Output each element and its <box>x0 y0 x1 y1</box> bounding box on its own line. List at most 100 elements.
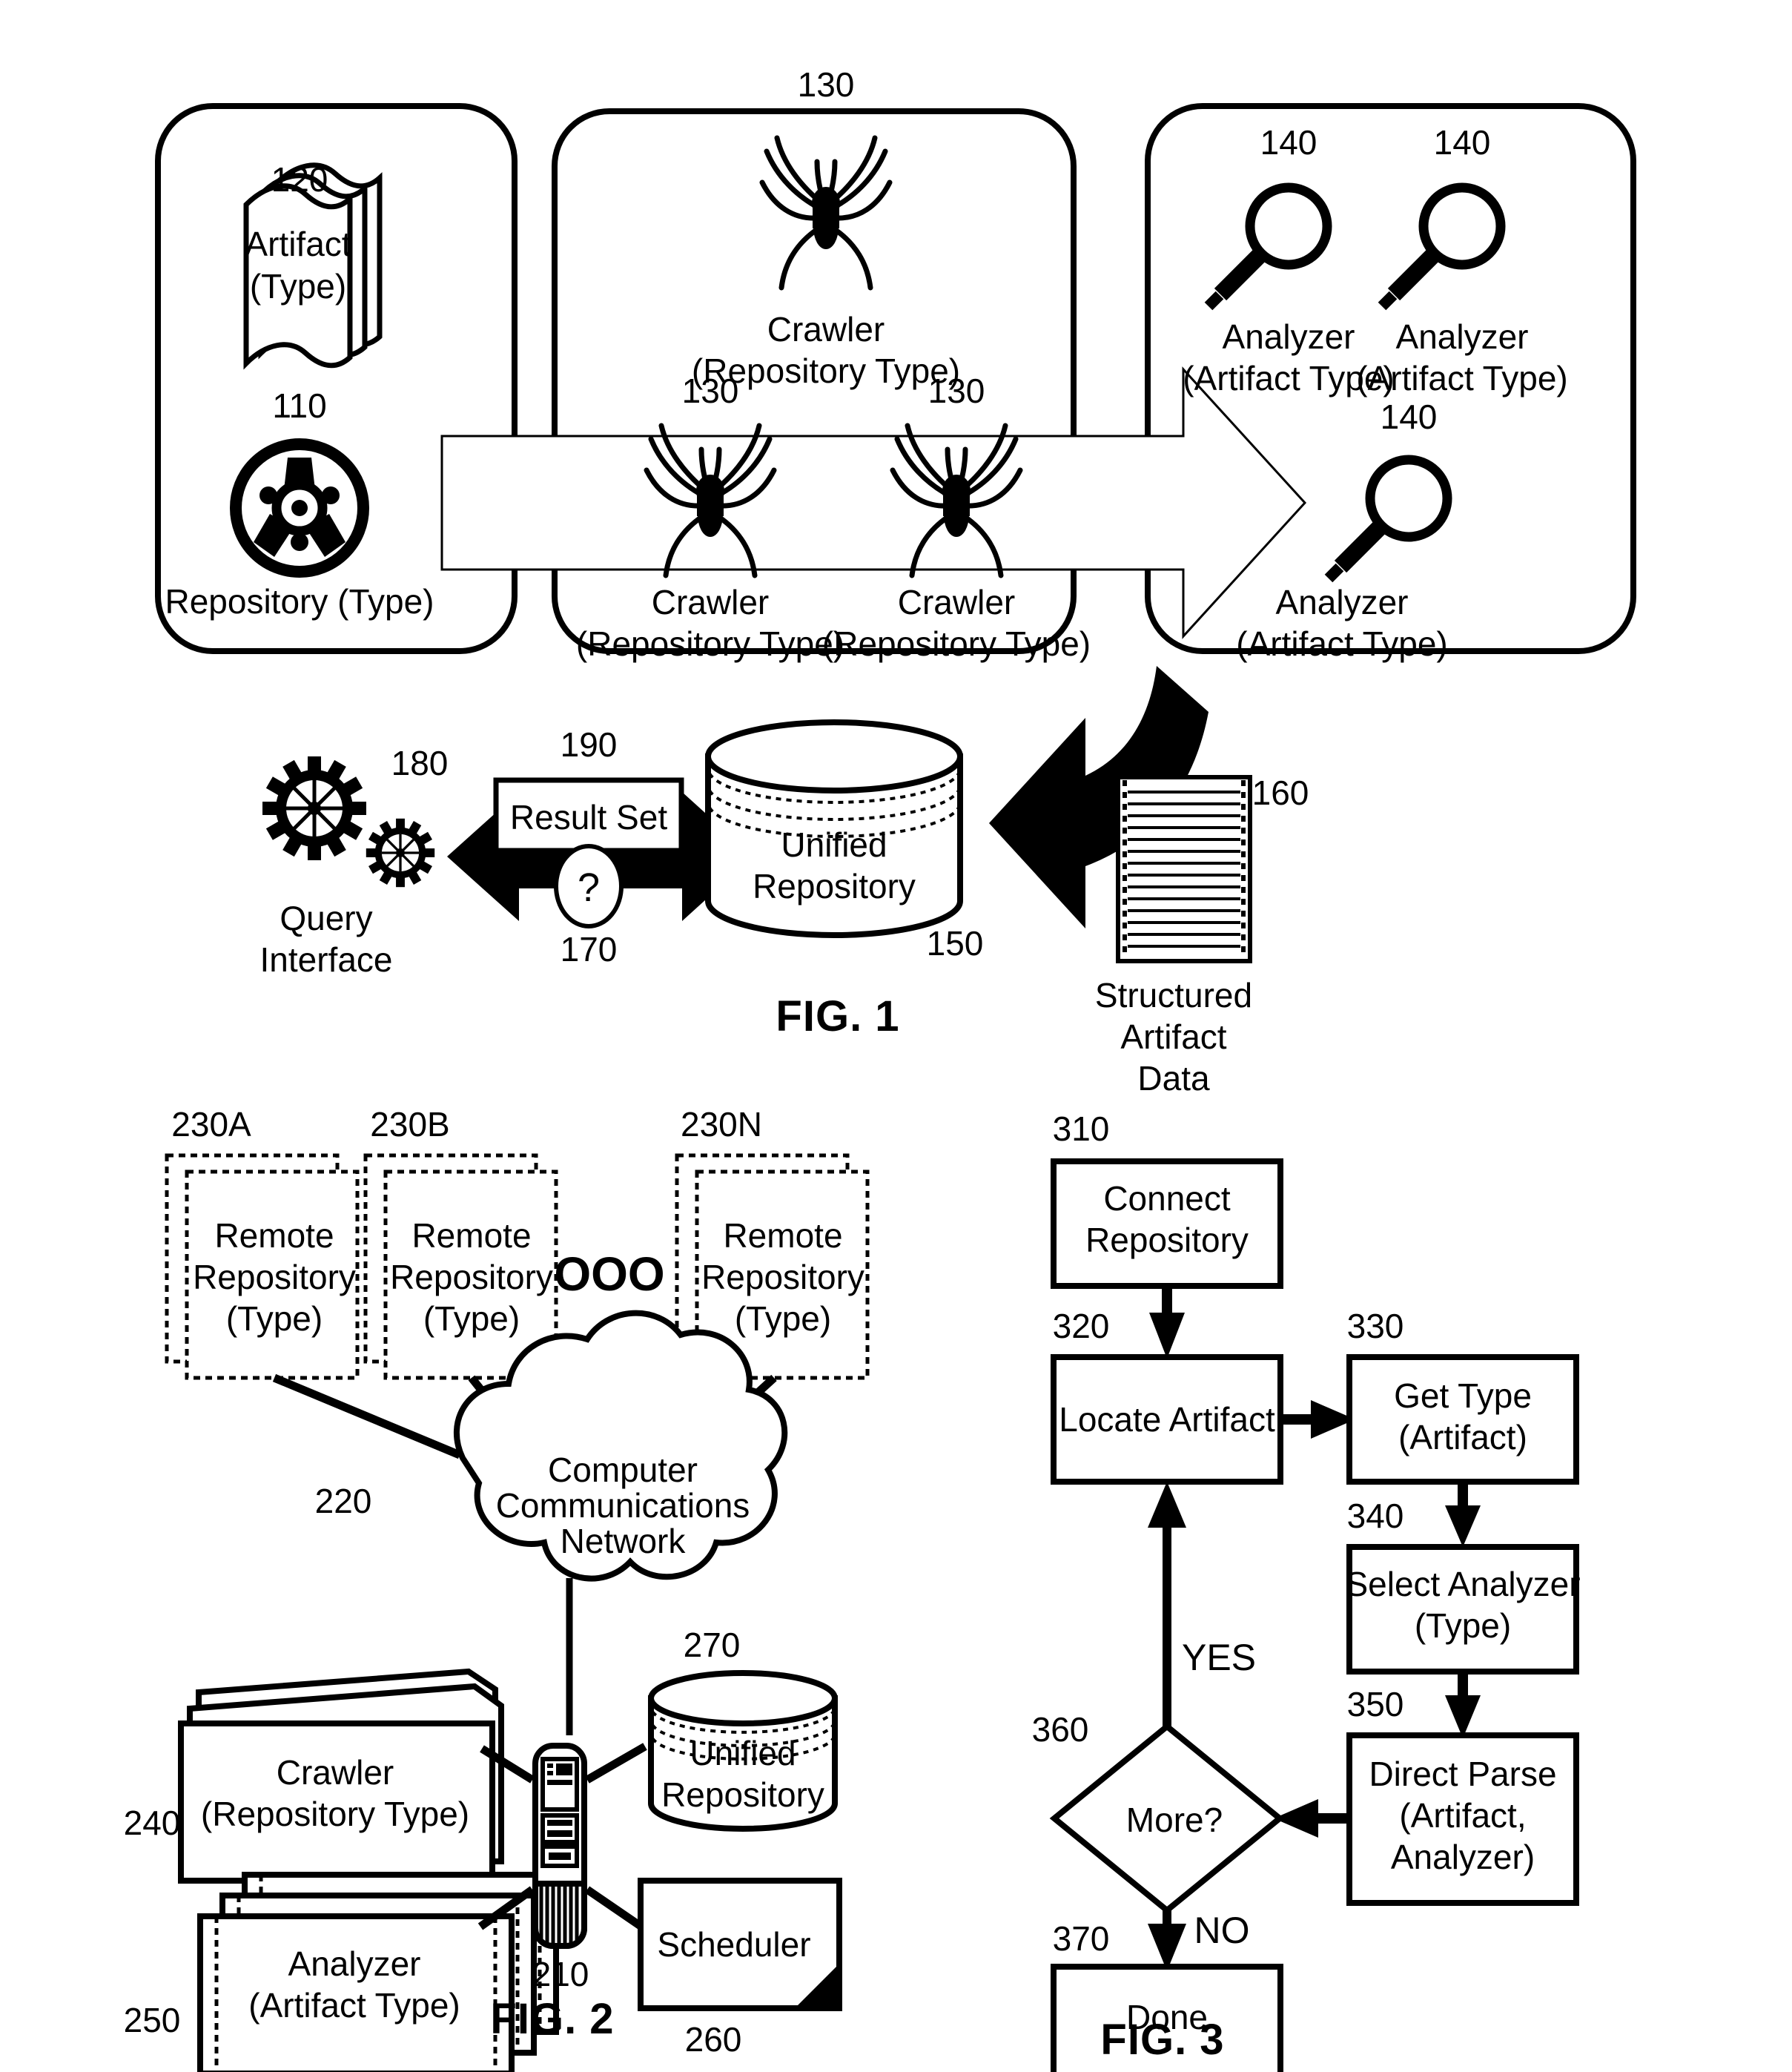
fig3-step-320-line1: Locate Artifact <box>1059 1400 1275 1439</box>
fig2-link-server-unified <box>585 1743 647 1784</box>
fig3-arrow-340-350 <box>1445 1672 1481 1738</box>
fig3-branch-yes-label: YES <box>1182 1637 1256 1678</box>
fig1-query-interface-label-line2: Interface <box>260 940 393 979</box>
fig2-remote-repository-a-line3: (Type) <box>226 1299 323 1338</box>
fig1-structured-artifact-data-line1: Structured <box>1095 976 1252 1014</box>
fig2-crawler-ref: 240 <box>124 1804 181 1842</box>
fig2-crawler-line1: Crawler <box>277 1753 394 1792</box>
fig2-link-a-cloud <box>272 1373 462 1459</box>
fig1-crawler-left-label-line2: (Repository Type) <box>576 624 844 663</box>
fig2-ellipsis: OOO <box>554 1247 664 1301</box>
fig2-remote-repository-a-line2: Repository <box>193 1258 356 1296</box>
fig2-remote-repository-n-line3: (Type) <box>735 1299 831 1338</box>
fig2-remote-repository-a-ref: 230A <box>171 1105 251 1144</box>
fig3-step-350-line2: (Artifact, <box>1399 1796 1526 1835</box>
fig1-artifact-label-line2: (Type) <box>250 267 346 306</box>
fig1-result-set-label: Result Set <box>510 798 667 837</box>
fig2-analyzer-line2: (Artifact Type) <box>248 1986 460 2025</box>
fig2-link-server-scheduler <box>584 1886 647 1932</box>
fig1-crawler-right-label-line2: (Repository Type) <box>822 624 1091 663</box>
fig1-analyzer-b-label-line2: (Artifact Type) <box>1356 359 1567 397</box>
fig3-arrow-330-340 <box>1445 1482 1481 1547</box>
fig2-network-ref: 220 <box>315 1482 372 1520</box>
fig3-arrow-yes-360-320 <box>1148 1482 1186 1726</box>
fig2-scheduler-label: Scheduler <box>657 1925 810 1964</box>
fig3-step-340-line2: (Type) <box>1415 1606 1511 1645</box>
fig2-unified-repository-line1: Unified <box>690 1734 796 1772</box>
fig1-query-interface-label-line1: Query <box>280 899 372 937</box>
fig2-remote-repository-a-line1: Remote <box>214 1216 334 1255</box>
fig2-remote-repository-b-line3: (Type) <box>423 1299 520 1338</box>
fig1-analyzer-c-label-line1: Analyzer <box>1276 583 1409 621</box>
fig1-analyzer-b-ref: 140 <box>1434 123 1491 162</box>
fig3-step-340-ref: 340 <box>1347 1497 1404 1535</box>
fig1-query-interface-ref: 180 <box>391 744 449 782</box>
fig2-crawler-line2: (Repository Type) <box>201 1795 469 1833</box>
fig3-decision-360-ref: 360 <box>1032 1710 1089 1749</box>
fig3-step-340-line1: Select Analyzer <box>1345 1565 1580 1603</box>
fig1-structured-artifact-data-icon <box>1116 775 1252 963</box>
fig3-decision-360-label: More? <box>1126 1801 1223 1839</box>
fig2-remote-repository-b-line1: Remote <box>411 1216 531 1255</box>
fig2-unified-repository-ref: 270 <box>684 1626 741 1664</box>
fig2-server-icon <box>532 1743 587 1949</box>
fig1-crawler-right-label-line1: Crawler <box>898 583 1015 621</box>
fig1-crawler-top-label-line1: Crawler <box>767 310 885 349</box>
fig1-analyzer-a-label-line1: Analyzer <box>1223 317 1355 356</box>
fig2-remote-repository-n-line2: Repository <box>701 1258 864 1296</box>
figure-3: 310 Connect Repository 320 Locate Artifa… <box>1032 1109 1581 2072</box>
fig1-crawler-left-ref: 130 <box>682 372 739 410</box>
fig1-repository-ref: 110 <box>272 386 326 425</box>
fig1-analyzer-b-label-line1: Analyzer <box>1396 317 1529 356</box>
fig3-step-310-ref: 310 <box>1053 1109 1110 1148</box>
fig2-server-ref: 210 <box>532 1955 589 1993</box>
fig3-step-330-ref: 330 <box>1347 1307 1404 1345</box>
fig1-result-set-ref: 190 <box>561 725 618 764</box>
fig1-analyzer-c-ref: 140 <box>1381 397 1438 436</box>
patent-drawing-sheet: 120 Artifact (Type) 110 Repository (Type… <box>0 0 1792 2072</box>
fig1-unified-repository-ref: 150 <box>927 924 984 963</box>
fig3-step-330-line2: (Artifact) <box>1398 1418 1527 1456</box>
fig2-remote-repository-b-ref: 230B <box>370 1105 449 1144</box>
fig2-remote-repository-n-line1: Remote <box>723 1216 842 1255</box>
fig1-repository-icon <box>230 438 369 578</box>
fig1-question-label: ? <box>578 865 600 910</box>
fig2-network-line2: Communications <box>496 1486 750 1525</box>
fig1-analyzer-a-ref: 140 <box>1260 123 1317 162</box>
fig2-scheduler-ref: 260 <box>685 2020 742 2059</box>
fig1-unified-repository-label-line2: Repository <box>753 867 916 905</box>
fig1-artifact-label-line1: Artifact <box>245 225 351 263</box>
fig1-artifact-ref: 120 <box>271 160 328 199</box>
fig3-arrow-320-330 <box>1280 1400 1355 1439</box>
fig1-unified-repository-label-line1: Unified <box>781 825 887 864</box>
figure-2: 230A Remote Repository (Type) 230B Remot… <box>124 1105 870 2072</box>
fig3-arrow-350-360 <box>1274 1799 1349 1838</box>
fig1-analyzer-c-label-line2: (Artifact Type) <box>1236 624 1447 663</box>
fig1-question-ref: 170 <box>561 930 618 969</box>
fig3-step-370-ref: 370 <box>1053 1919 1110 1958</box>
fig3-step-310-line1: Connect <box>1103 1179 1231 1218</box>
fig2-remote-repository-b-line2: Repository <box>390 1258 553 1296</box>
fig3-arrow-310-320 <box>1149 1286 1185 1359</box>
fig2-network-line3: Network <box>561 1522 687 1560</box>
fig3-step-350-line1: Direct Parse <box>1369 1755 1556 1793</box>
fig1-structured-artifact-data-line3: Data <box>1137 1059 1210 1098</box>
fig1-structured-artifact-data-line2: Artifact <box>1120 1017 1226 1056</box>
fig3-step-310-line2: Repository <box>1085 1221 1249 1259</box>
fig3-step-350-ref: 350 <box>1347 1685 1404 1723</box>
fig2-network-line1: Computer <box>548 1451 698 1489</box>
fig2-analyzer-ref: 250 <box>124 2001 181 2039</box>
fig3-step-330-line1: Get Type <box>1394 1376 1532 1415</box>
fig3-branch-no-label: NO <box>1194 1910 1250 1951</box>
fig2-caption: FIG. 2 <box>490 1995 614 2043</box>
fig2-unified-repository-line2: Repository <box>661 1775 824 1814</box>
fig3-caption: FIG. 3 <box>1100 2016 1224 2064</box>
fig1-structured-artifact-data-ref: 160 <box>1252 773 1309 812</box>
fig1-crawler-top-ref: 130 <box>798 65 855 104</box>
fig3-step-350-line3: Analyzer) <box>1391 1838 1535 1876</box>
fig3-arrow-no-360-370 <box>1148 1910 1186 1971</box>
fig2-analyzer-line1: Analyzer <box>288 1944 421 1983</box>
fig1-repository-label: Repository (Type) <box>165 582 434 621</box>
fig3-step-320-ref: 320 <box>1053 1307 1110 1345</box>
fig2-remote-repository-n-ref: 230N <box>681 1105 762 1144</box>
